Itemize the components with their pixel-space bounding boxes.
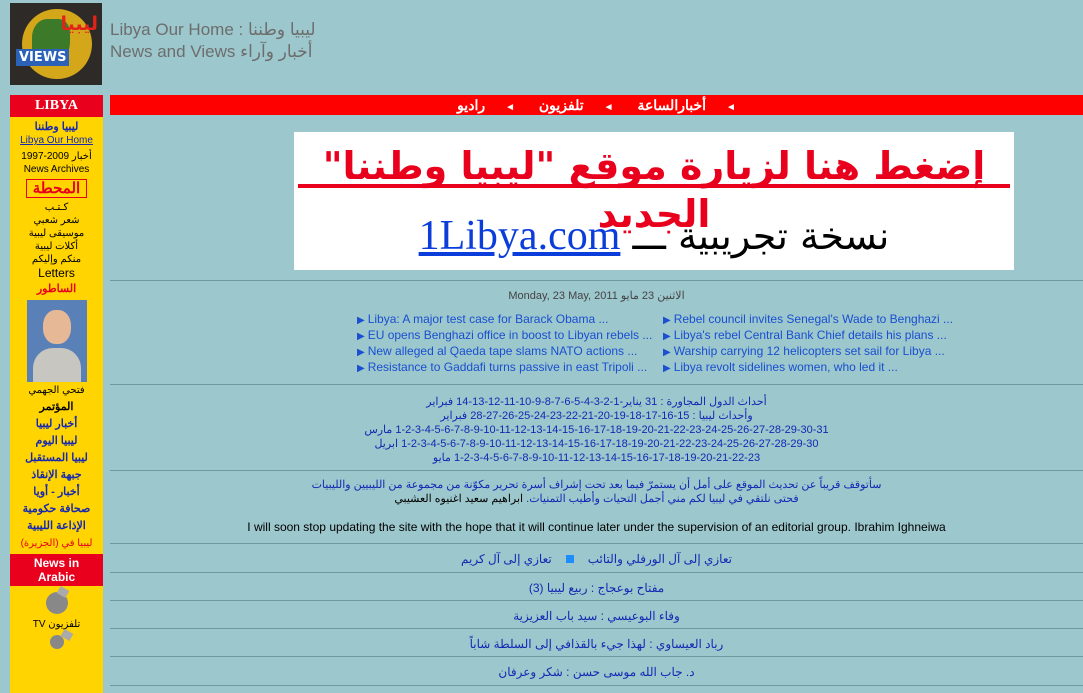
notice-line2: فحتى نلتقي في ليبيا لكم مني أجمل التحيات… [526,493,799,505]
sidebar-item-news-archives[interactable]: News Archives [10,163,103,176]
article-link[interactable]: مفتاح بوعجاج : ربيع ليبيا (3) [529,581,664,595]
sidebar-item-libya-today[interactable]: ليبيا اليوم [10,435,103,448]
date-links-february[interactable]: وأحداث ليبيا : 15-16-17-18-19-20-21-22-2… [110,409,1083,423]
top-nav-bar: ◄ أخبارالساعة ◄ تلفزيون ◄ راديو [110,95,1083,115]
divider [110,384,1083,385]
article-link-row: مفتاح بوعجاج : ربيع ليبيا (3) [110,581,1083,595]
date-links-may[interactable]: 1-2-3-4-5-6-7-8-9-10-11-12-13-14-15-16-1… [110,451,1083,465]
sidebar-item-aljazeera[interactable]: ليبيا في (الجزيرة) [10,537,103,550]
date-links-neighbors[interactable]: أحداث الدول المجاورة : 31 يناير-1-2-3-4-… [110,395,1083,409]
divider [110,543,1083,544]
site-title: Libya Our Home : ليبيا وطننا News and Vi… [110,19,316,63]
sidebar-item-libyan-music[interactable]: موسيقى ليبية [10,227,103,240]
sidebar-item-libya-future[interactable]: ليبيا المستقبل [10,452,103,465]
triangle-icon: ◄ [726,102,736,113]
header: ليبيا VIEWS Libya Our Home : ليبيا وطننا… [0,0,1083,92]
triangle-icon: ◄ [505,102,515,113]
satellite-dish-icon[interactable] [45,592,68,614]
sidebar-item-from-you[interactable]: منكم وإليكم [10,253,103,266]
nav-item-radio[interactable]: راديو [457,97,485,113]
sidebar-item-oea-news[interactable]: أخبار - أويا [10,486,103,499]
headline-item[interactable]: ▶ New alleged al Qaeda tape slams NATO ac… [357,344,652,360]
play-arrow-icon: ▶ [357,347,365,358]
divider [110,572,1083,573]
english-notice: I will soon stop updating the site with … [247,520,946,534]
article-link-row: د. جاب الله موسى حسن : شكر وعرفان [110,665,1083,679]
notice-signature: ابراهيم سعيد اغنيوه العشيبي [394,493,524,505]
sidebar-item-folk-poetry[interactable]: شعر شعبي [10,214,103,227]
sidebar-title: LIBYA [10,95,103,117]
headlines-right: ▶ Rebel council invites Senegal's Wade to… [663,312,953,376]
triangle-icon: ◄ [603,102,614,113]
headline-item[interactable]: ▶ Libya revolt sidelines women, who led i… [663,360,953,376]
site-logo[interactable]: ليبيا VIEWS [10,3,102,85]
banner-domain-link[interactable]: 1Libya.com [419,213,621,259]
event-date-links: أحداث الدول المجاورة : 31 يناير-1-2-3-4-… [110,395,1083,465]
microphone-icon[interactable] [49,635,64,649]
logo-views-text: VIEWS [16,49,70,66]
divider [110,685,1083,686]
square-bullet-icon [565,555,574,563]
article-link-row: رباد العيساوي : لهذا جيء بالقذافي إلى ال… [110,637,1083,651]
nav-item-television[interactable]: تلفزيون [539,97,584,113]
banner-trial-version: نسخة تجريبية ـــ [632,214,890,258]
sidebar-item-libya-watanona-ar[interactable]: ليبيا وطننا [10,121,103,134]
article-link-row: وفاء البوعيسي : سيد باب العزيزية [110,609,1083,623]
promo-banner[interactable]: إضغط هنا لزيارة موقع "ليبيا وطننا" الجدي… [294,132,1014,270]
divider [110,656,1083,657]
play-arrow-icon: ▶ [663,315,671,326]
article-link-row: تعازي إلى آل الورفلي والتائب تعازي إلى آل… [110,552,1083,566]
play-arrow-icon: ▶ [663,331,671,342]
play-arrow-icon: ▶ [357,331,365,342]
headline-item[interactable]: ▶ EU opens Benghazi office in boost to Li… [357,328,652,344]
site-title-line2: News and Views أخبار وآراء [110,42,313,61]
article-link[interactable]: د. جاب الله موسى حسن : شكر وعرفان [498,665,694,679]
date-links-march[interactable]: 1-2-3-4-5-6-7-8-9-10-11-12-13-14-15-16-1… [110,423,1083,437]
divider [110,280,1083,281]
news-in-arabic-header: News in Arabic [10,554,103,586]
headlines-left: ▶ Libya: A major test case for Barack Oba… [357,312,652,376]
article-link[interactable]: رباد العيساوي : لهذا جيء بالقذافي إلى ال… [470,637,724,651]
play-arrow-icon: ▶ [357,315,365,326]
notice-line1: سأتوقف قريباً عن تحديث الموقع على أمل أن… [311,479,882,491]
sidebar-item-libyan-radio[interactable]: الإذاعة الليبية [10,520,103,533]
article-link[interactable]: وفاء البوعيسي : سيد باب العزيزية [513,609,680,623]
sidebar-item-tv[interactable]: TV تلفزيون [10,618,103,631]
sidebar-item-mahatta[interactable]: المحطة [25,179,88,198]
banner-line2: 1Libya.com نسخة تجريبية ـــ [294,210,1014,262]
sidebar-item-libya-our-home[interactable]: Libya Our Home [10,134,103,147]
sidebar-item-archives-ar[interactable]: 1997-2009 أخبار [10,150,103,163]
logo-arabic-text: ليبيا [60,13,98,35]
arabic-notice: سأتوقف قريباً عن تحديث الموقع على أمل أن… [110,478,1083,506]
current-date: Monday, 23 May, 2011 الاثنين 23 مايو [508,290,685,302]
sidebar-item-satour[interactable]: الساطور [10,283,103,296]
play-arrow-icon: ▶ [663,347,671,358]
article-link[interactable]: تعازي إلى آل كريم [461,552,552,566]
headline-item[interactable]: ▶ Rebel council invites Senegal's Wade to… [663,312,953,328]
sidebar-item-conference[interactable]: المؤتمر [10,401,103,414]
banner-underline [298,184,1010,188]
sidebar-item-libyan-food[interactable]: أكلات ليبية [10,240,103,253]
headline-item[interactable]: ▶ Libya: A major test case for Barack Oba… [357,312,652,328]
sidebar-item-salvation-front[interactable]: جبهة الإنقاذ [10,469,103,482]
sidebar-item-akhbar-libya[interactable]: أخبار ليبيا [10,418,103,431]
play-arrow-icon: ▶ [357,363,365,374]
site-title-line1: Libya Our Home : ليبيا وطننا [110,20,316,39]
sidebar-item-books[interactable]: كـتـب [10,201,103,214]
photo-caption: فتحي الجهمي [28,385,85,396]
nav-item-news-hour[interactable]: أخبارالساعة [637,97,706,113]
headline-item[interactable]: ▶ Libya's rebel Central Bank Chief detail… [663,328,953,344]
headline-item[interactable]: ▶ Resistance to Gaddafi turns passive in … [357,360,652,376]
article-link[interactable]: تعازي إلى آل الورفلي والتائب [588,552,732,566]
divider [110,628,1083,629]
headline-item[interactable]: ▶ Warship carrying 12 helicopters set sai… [663,344,953,360]
divider [110,470,1083,471]
play-arrow-icon: ▶ [663,363,671,374]
fathi-jahmi-photo[interactable] [26,300,87,382]
sidebar: LIBYA ليبيا وطننا Libya Our Home 1997-20… [10,95,103,693]
divider [110,600,1083,601]
date-links-april[interactable]: 1-2-3-4-5-6-7-8-9-10-11-12-13-14-15-16-1… [110,437,1083,451]
sidebar-item-gov-press[interactable]: صحافة حكومية [10,503,103,516]
sidebar-item-letters[interactable]: Letters [10,266,103,281]
